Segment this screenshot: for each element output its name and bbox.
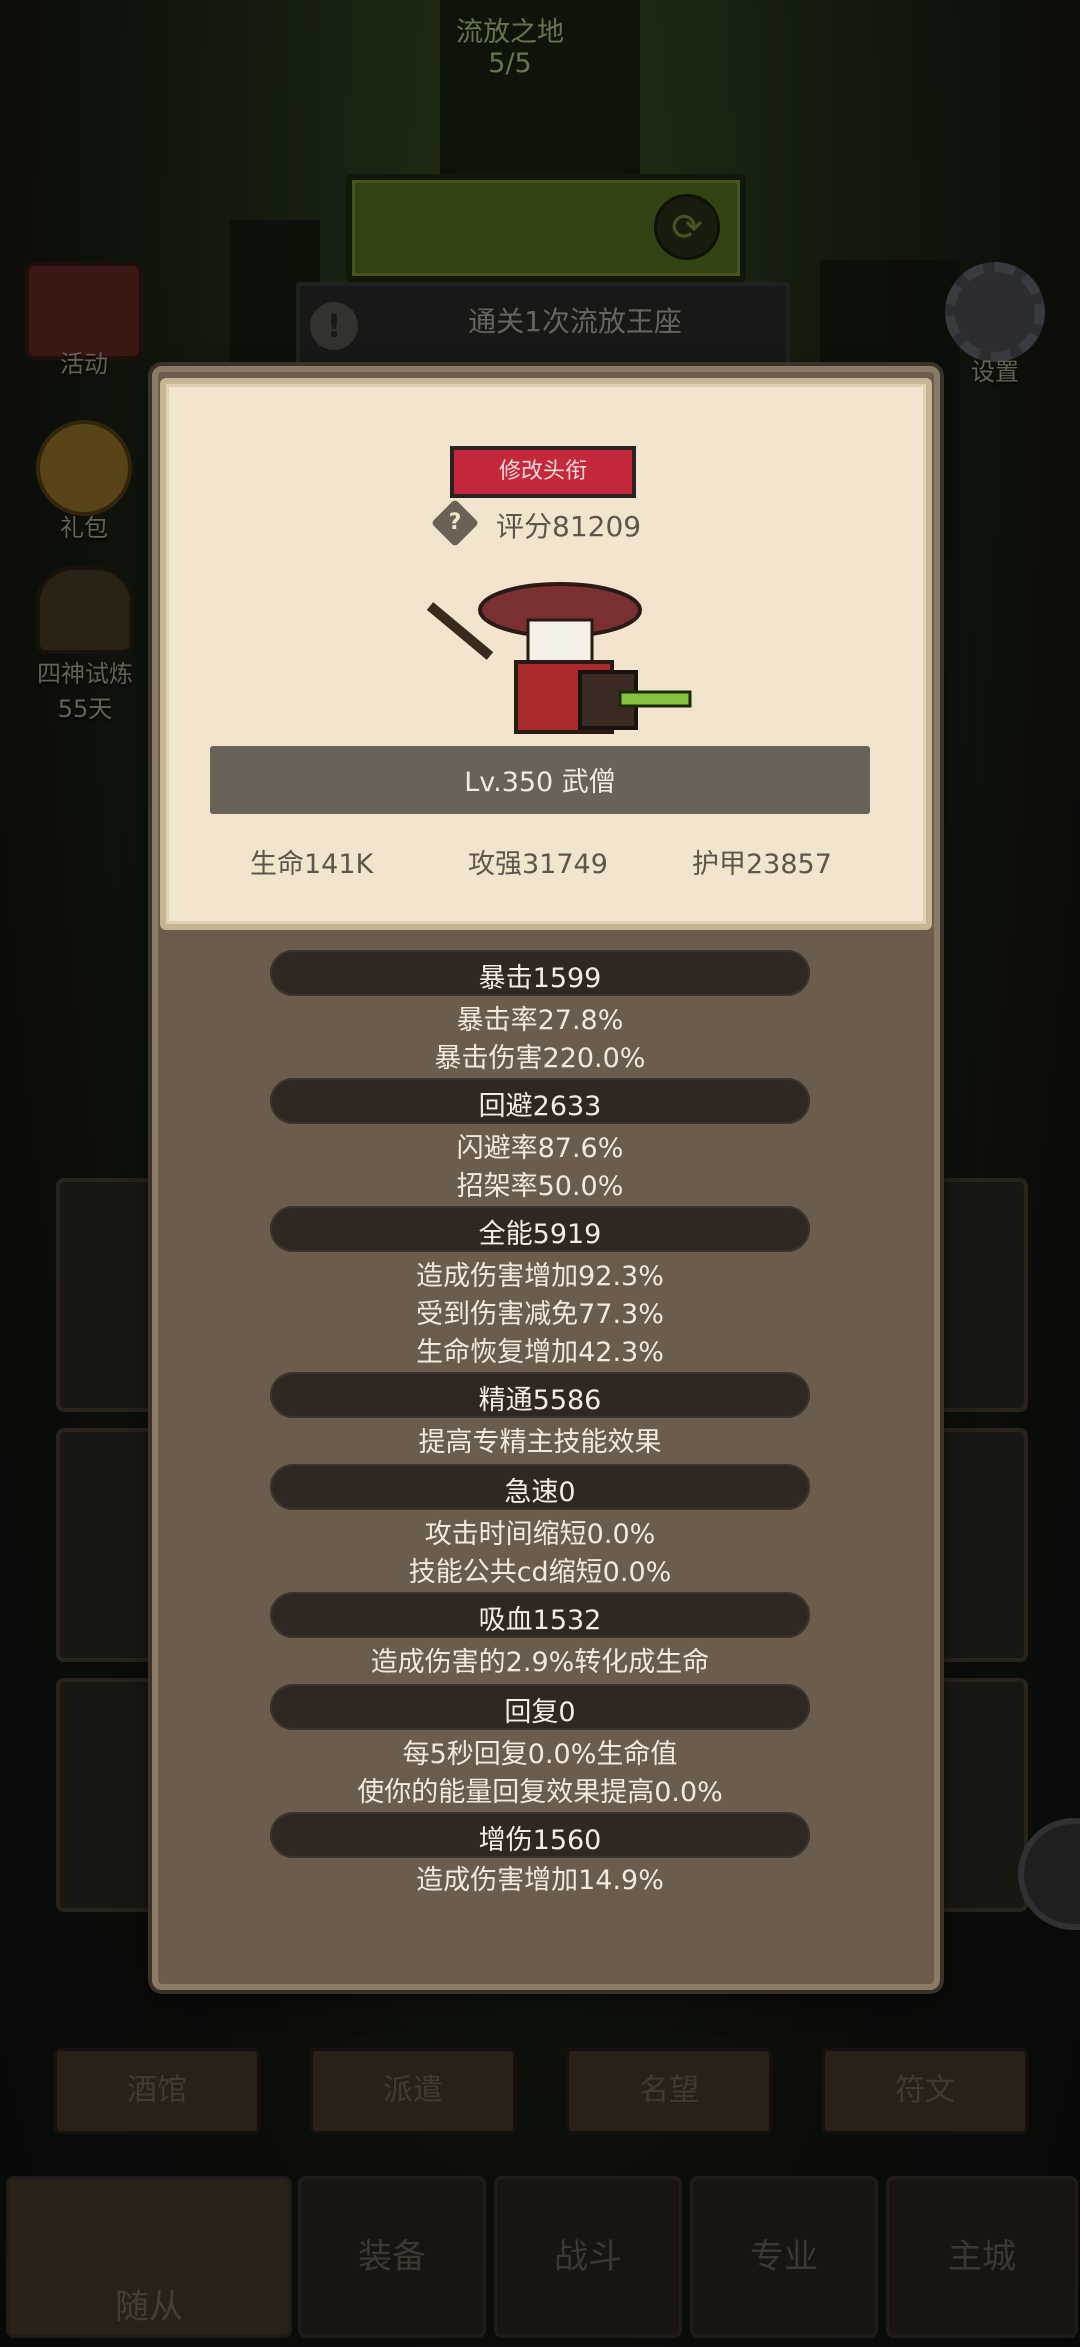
stat-line: 技能公共cd缩短0.0% — [408, 1557, 672, 1588]
stat-line: 攻击时间缩短0.0% — [424, 1519, 656, 1550]
hero-level-class: Lv.350 武僧 — [464, 767, 616, 798]
help-icon[interactable]: ? — [430, 498, 480, 548]
stat-armor: 护甲23857 — [692, 849, 832, 880]
stat-line: 造成伤害增加92.3% — [416, 1261, 664, 1292]
edit-title-button[interactable]: 修改头衔 — [450, 446, 636, 498]
hero-score: 评分81209 — [496, 510, 642, 543]
stat-title-regen: 回复0 — [504, 1697, 576, 1728]
stat-title-lifesteal: 吸血1532 — [478, 1605, 602, 1636]
stat-title-versatility: 全能5919 — [478, 1219, 602, 1250]
stat-line: 每5秒回复0.0%生命值 — [402, 1739, 678, 1770]
stat-line: 生命恢复增加42.3% — [416, 1337, 664, 1368]
stat-line: 受到伤害减免77.3% — [416, 1299, 664, 1330]
stat-title-damage-bonus: 增伤1560 — [478, 1825, 602, 1856]
stat-line: 招架率50.0% — [456, 1171, 624, 1202]
stat-title-haste: 急速0 — [504, 1477, 576, 1508]
stat-line: 暴击伤害220.0% — [434, 1043, 646, 1074]
stat-line: 使你的能量回复效果提高0.0% — [357, 1777, 723, 1808]
hero-portrait — [426, 582, 692, 734]
stat-line: 造成伤害增加14.9% — [416, 1865, 664, 1896]
stat-title-avoidance: 回避2633 — [478, 1091, 602, 1122]
stat-title-mastery: 精通5586 — [478, 1385, 602, 1416]
stat-line: 暴击率27.8% — [456, 1005, 624, 1036]
stat-line: 提高专精主技能效果 — [418, 1427, 662, 1458]
stat-line: 造成伤害的2.9%转化成生命 — [370, 1647, 710, 1678]
stat-line: 闪避率87.6% — [456, 1133, 624, 1164]
stat-attack-power: 攻强31749 — [468, 849, 608, 880]
stat-title-crit: 暴击1599 — [478, 963, 602, 994]
stat-health: 生命141K — [250, 849, 374, 880]
hero-figure-icon — [426, 582, 692, 734]
